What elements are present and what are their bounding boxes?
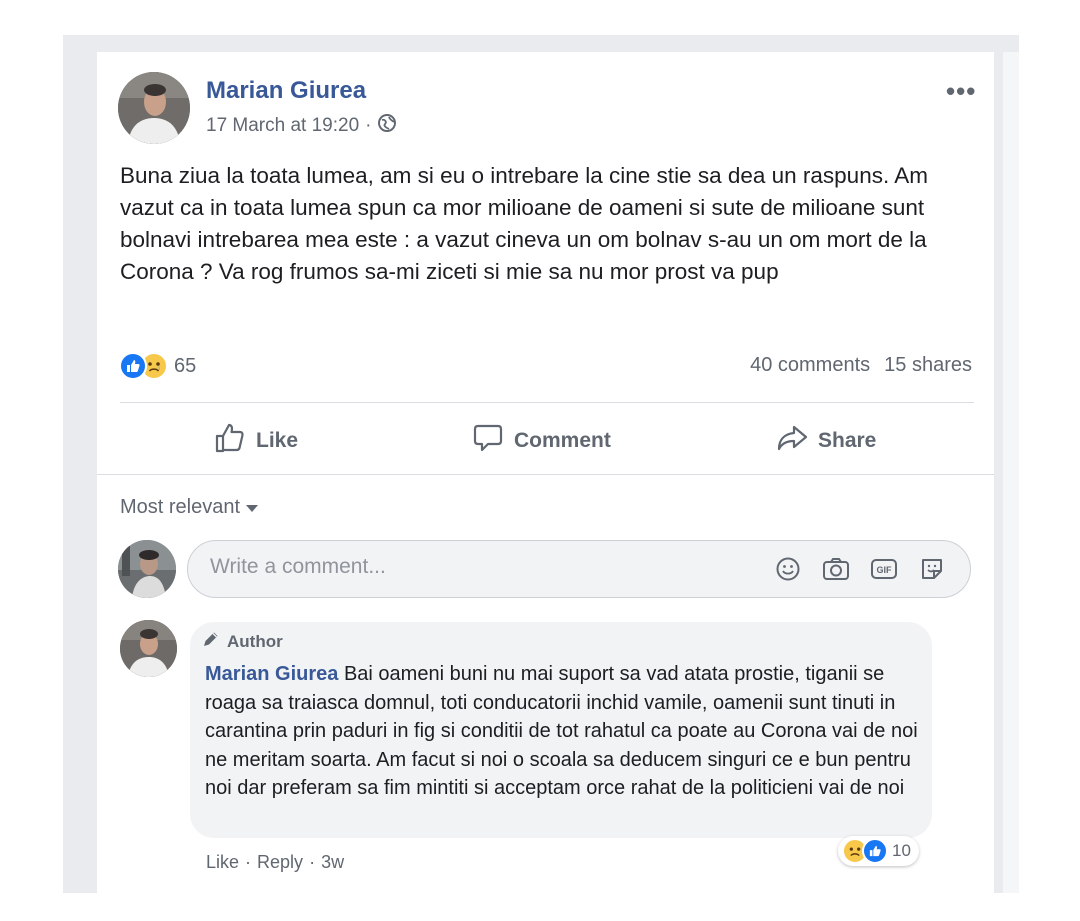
thumbs-up-icon <box>214 422 246 460</box>
post-text: Buna ziua la toata lumea, am si eu o int… <box>120 163 928 284</box>
author-badge: Author <box>201 629 283 654</box>
reaction-count: 65 <box>174 354 197 377</box>
comment-input[interactable] <box>210 555 730 579</box>
more-options-button[interactable]: ••• <box>946 76 976 107</box>
comment-actions: Like · Reply · 3w <box>206 852 344 873</box>
comment-author-name[interactable]: Marian Giurea <box>205 663 338 685</box>
current-user-avatar[interactable] <box>118 540 176 598</box>
composer-tools: GIF <box>774 555 946 583</box>
comment-composer[interactable]: GIF <box>187 540 971 598</box>
author-badge-label: Author <box>227 631 283 651</box>
sort-label: Most relevant <box>120 496 241 518</box>
gif-icon[interactable]: GIF <box>870 555 898 583</box>
comment-action-separator: · <box>309 852 316 872</box>
comment-reply-link[interactable]: Reply <box>257 852 303 873</box>
like-button[interactable]: Like <box>214 422 298 460</box>
comments-count[interactable]: 40 comments <box>750 354 870 377</box>
share-button-label: Share <box>818 429 877 452</box>
author-avatar[interactable] <box>118 72 190 144</box>
comment-action-separator: · <box>245 852 252 872</box>
caret-down-icon <box>246 496 259 519</box>
reactions-summary[interactable]: 65 <box>119 352 196 380</box>
globe-icon <box>377 113 397 139</box>
shares-count[interactable]: 15 shares <box>884 354 972 377</box>
speech-bubble-icon <box>472 422 504 460</box>
comment-like-link[interactable]: Like <box>206 852 239 873</box>
meta-separator: · <box>365 115 372 136</box>
post-meta: 17 March at 19:20 · <box>206 113 397 139</box>
sticker-icon[interactable] <box>918 555 946 583</box>
svg-text:GIF: GIF <box>877 565 893 575</box>
post-author-name[interactable]: Marian Giurea <box>206 77 366 105</box>
post-timestamp[interactable]: 17 March at 19:20 <box>206 115 359 137</box>
emoji-icon[interactable] <box>774 555 802 583</box>
comment-age[interactable]: 3w <box>321 852 344 873</box>
comment-button-label: Comment <box>514 429 611 452</box>
like-reaction-icon <box>862 838 888 864</box>
actions-divider <box>120 402 974 403</box>
pencil-icon <box>201 629 221 654</box>
comment-reaction-count: 10 <box>892 841 911 860</box>
like-reaction-icon <box>119 352 147 380</box>
share-button[interactable]: Share <box>776 422 876 460</box>
camera-icon[interactable] <box>822 555 850 583</box>
comment-button[interactable]: Comment <box>472 422 611 460</box>
comment-author-avatar[interactable] <box>120 620 177 677</box>
comment-sort-dropdown[interactable]: Most relevant <box>120 496 259 519</box>
post-counts: 40 comments 15 shares <box>750 354 972 377</box>
share-arrow-icon <box>776 422 808 460</box>
right-edge-strip <box>1003 52 1019 893</box>
comment-body: Marian Giurea Bai oameni buni nu mai sup… <box>205 660 925 803</box>
comment-reactions[interactable]: 10 <box>838 836 919 866</box>
like-button-label: Like <box>256 429 299 452</box>
comments-divider <box>97 474 994 475</box>
